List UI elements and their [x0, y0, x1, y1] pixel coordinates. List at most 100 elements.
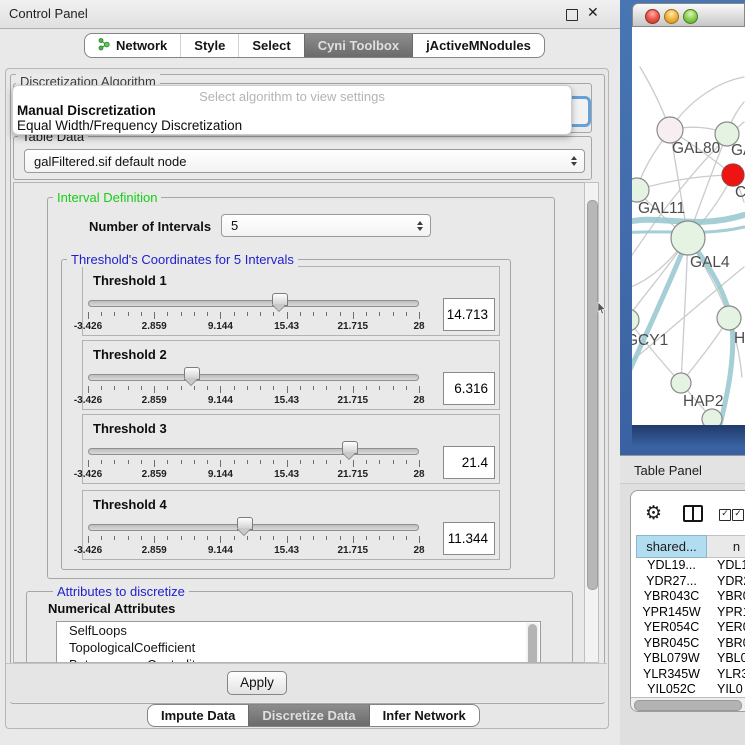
- network-window-titlebar[interactable]: [632, 3, 745, 27]
- cell-shared-name: YIL052C: [636, 682, 707, 696]
- threshold-value-field[interactable]: 6.316: [443, 372, 495, 405]
- network-canvas[interactable]: GAL80GACGAL11GAL4GCY1HHAP2: [632, 27, 745, 425]
- slider-track[interactable]: [88, 524, 419, 531]
- cell-name: YDL1: [717, 558, 745, 572]
- slider-tick-labels: -3.4262.8599.14415.4321.71528: [88, 469, 419, 480]
- slider-thumb[interactable]: [237, 517, 253, 530]
- table-data-combobox[interactable]: galFiltered.sif default node: [24, 149, 585, 173]
- mouse-cursor-icon: [597, 302, 607, 315]
- column-header-shared-name[interactable]: shared...: [636, 535, 707, 558]
- slider-ticks: [88, 386, 419, 394]
- cell-shared-name: YLR345W: [636, 667, 707, 681]
- tab-jactivemnodules[interactable]: jActiveMNodules: [412, 34, 544, 57]
- network-edge[interactable]: [632, 238, 688, 383]
- checked-box-icon[interactable]: ✓: [732, 509, 744, 521]
- node-label: H: [734, 330, 745, 347]
- table-row[interactable]: YDL19...YDL1: [636, 558, 745, 574]
- table-horizontal-scrollbar[interactable]: [631, 697, 745, 711]
- application-root: { "window": {"title": "Control Panel"}, …: [0, 0, 745, 745]
- table-row[interactable]: YBR045CYBR0: [636, 636, 745, 652]
- control-panel-titlebar: Control Panel ✕: [0, 0, 620, 29]
- cell-name: YBR0: [717, 636, 745, 650]
- close-icon[interactable]: ✕: [587, 5, 599, 21]
- threshold-value-field[interactable]: 21.4: [443, 446, 495, 479]
- tab-cyni-toolbox[interactable]: Cyni Toolbox: [304, 34, 412, 57]
- numerical-attributes-list[interactable]: SelfLoopsTopologicalCoefficientBetweenne…: [56, 621, 541, 663]
- cell-shared-name: YDR27...: [636, 574, 707, 588]
- table-row[interactable]: YLR345W YLR3: [636, 667, 745, 683]
- network-node-h[interactable]: [717, 306, 741, 330]
- split-columns-icon[interactable]: [683, 505, 703, 522]
- tab-impute-data[interactable]: Impute Data: [148, 705, 248, 726]
- network-node[interactable]: [702, 409, 722, 425]
- zoom-traffic-light-icon[interactable]: [683, 9, 698, 24]
- table-panel-header: Table Panel: [620, 455, 745, 484]
- threshold-panel-4: Threshold 4 -3.4262.8599.14415.4321.71528…: [82, 490, 500, 560]
- minimize-traffic-light-icon[interactable]: [664, 9, 679, 24]
- table-data-combobox-value: galFiltered.sif default node: [34, 154, 186, 169]
- cell-name: YLR3: [717, 667, 745, 681]
- table-row[interactable]: YBR043CYBR0: [636, 589, 745, 605]
- node-label: C: [735, 184, 745, 201]
- network-node-gcy1[interactable]: [632, 309, 639, 331]
- slider-tick-labels: -3.4262.8599.14415.4321.71528: [88, 545, 419, 556]
- list-item-topologicalcoefficient[interactable]: TopologicalCoefficient: [57, 639, 540, 656]
- dropdown-option-equal-width-frequency[interactable]: Equal Width/Frequency Discretization: [17, 118, 567, 133]
- network-node-hap2[interactable]: [671, 373, 691, 393]
- table-row[interactable]: YPR145W YPR1: [636, 605, 745, 621]
- threshold-value-field[interactable]: 14.713: [443, 298, 495, 331]
- window-shadow: [632, 425, 745, 447]
- apply-button[interactable]: Apply: [227, 671, 287, 695]
- tab-label: Impute Data: [161, 708, 235, 723]
- dropdown-option-manual-discretization[interactable]: Manual Discretization: [17, 103, 567, 118]
- interval-definition-label: Interval Definition: [53, 190, 161, 205]
- tab-infer-network[interactable]: Infer Network: [369, 705, 479, 726]
- threshold-panel-2: Threshold 2-3.4262.8599.14415.4321.71528…: [82, 340, 500, 410]
- tab-label: Select: [252, 38, 290, 53]
- cell-shared-name: YPR145W: [636, 605, 707, 619]
- slider-track[interactable]: [88, 374, 419, 381]
- column-header-name[interactable]: n: [707, 535, 745, 558]
- table-row[interactable]: YDR27... YDR2: [636, 574, 745, 590]
- float-window-icon[interactable]: [566, 9, 578, 21]
- gear-icon[interactable]: ⚙: [645, 504, 662, 523]
- apply-button-bar: [6, 663, 607, 702]
- threshold-value-field[interactable]: 11.344: [443, 522, 495, 555]
- cell-name: YBL0: [717, 651, 745, 665]
- network-node-gal11[interactable]: [632, 178, 649, 202]
- tab-style[interactable]: Style: [180, 34, 238, 57]
- network-edge[interactable]: [670, 77, 744, 130]
- table-row[interactable]: YBL079WYBL0: [636, 651, 745, 667]
- table-row[interactable]: YER054CYER0: [636, 620, 745, 636]
- tab-network[interactable]: Network: [85, 34, 180, 57]
- cell-shared-name: YBR043C: [636, 589, 707, 603]
- tab-label: Infer Network: [383, 708, 466, 723]
- cell-name: YIL0: [717, 682, 743, 696]
- slider-tick-labels: -3.4262.8599.14415.4321.71528: [88, 321, 419, 332]
- cell-name: YDR2: [717, 574, 745, 588]
- network-edge[interactable]: [681, 238, 688, 383]
- algorithm-dropdown-popup: Select algorithm to view settings Manual…: [12, 85, 572, 135]
- slider-track[interactable]: [88, 448, 419, 455]
- settings-vertical-scrollbar[interactable]: [584, 182, 599, 663]
- slider-thumb[interactable]: [184, 367, 200, 380]
- cell-name: YPR1: [717, 605, 745, 619]
- number-of-intervals-combobox[interactable]: 5: [221, 214, 431, 237]
- network-node-c[interactable]: [722, 164, 744, 186]
- numerical-attributes-label: Numerical Attributes: [48, 601, 175, 616]
- slider-thumb[interactable]: [342, 441, 358, 454]
- network-graph[interactable]: GAL80GACGAL11GAL4GCY1HHAP2: [632, 27, 745, 425]
- slider-track[interactable]: [88, 300, 419, 307]
- threshold-label: Threshold 4: [93, 497, 167, 512]
- tab-discretize-data[interactable]: Discretize Data: [248, 705, 368, 726]
- list-item-betweennesscentrality[interactable]: BetweennessCentrality: [57, 656, 540, 663]
- slider-thumb[interactable]: [272, 293, 288, 306]
- table-row[interactable]: YIL052C YIL0: [636, 682, 745, 697]
- list-item-selfloops[interactable]: SelfLoops: [57, 622, 540, 639]
- tab-select[interactable]: Select: [238, 34, 303, 57]
- attributes-scrollbar[interactable]: [526, 623, 539, 663]
- close-traffic-light-icon[interactable]: [645, 9, 660, 24]
- threshold-panel-1: Threshold 1-3.4262.8599.14415.4321.71528…: [82, 266, 500, 336]
- network-node-gal4[interactable]: [671, 221, 705, 255]
- checked-box-icon[interactable]: ✓: [719, 509, 731, 521]
